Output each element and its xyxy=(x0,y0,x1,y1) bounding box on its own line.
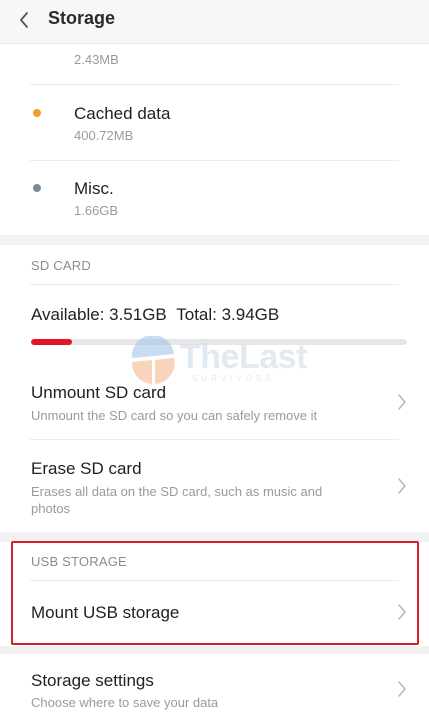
page-title: Storage xyxy=(48,8,116,28)
item-subtitle: Choose where to save your data xyxy=(31,695,219,710)
back-button[interactable] xyxy=(10,6,38,34)
storage-legend-label: Cached data xyxy=(74,104,171,123)
divider xyxy=(30,284,399,285)
chevron-left-icon xyxy=(20,12,28,28)
item-title: Storage settings xyxy=(31,671,154,690)
storage-legend-item-partial: 2.43MB xyxy=(0,44,429,84)
section-spacer xyxy=(0,646,429,654)
action-bar: Storage xyxy=(0,0,429,44)
chevron-right-icon xyxy=(398,394,406,410)
total-space: Total: 3.94GB xyxy=(176,305,280,324)
storage-legend-value: 400.72MB xyxy=(74,128,134,143)
available-space: Available: 3.51GB xyxy=(31,305,167,324)
storage-settings-item[interactable]: Storage settings Choose where to save yo… xyxy=(0,654,429,720)
storage-legend-label: Misc. xyxy=(74,179,114,198)
item-title: Mount USB storage xyxy=(31,603,180,622)
chevron-right-icon xyxy=(398,604,406,620)
section-spacer xyxy=(0,235,429,245)
erase-sd-card-item[interactable]: Erase SD card Erases all data on the SD … xyxy=(0,440,429,532)
storage-legend-value: 1.66GB xyxy=(74,203,119,218)
section-header-usb-storage: USB STORAGE xyxy=(31,554,127,569)
chevron-right-icon xyxy=(398,478,406,494)
item-title: Erase SD card xyxy=(31,459,142,478)
section-header-sd-card: SD CARD xyxy=(31,258,91,273)
usage-bar-fill xyxy=(31,339,73,345)
mount-usb-storage-item[interactable]: Mount USB storage xyxy=(0,581,429,643)
section-spacer xyxy=(0,532,429,542)
storage-legend-value: 2.43MB xyxy=(74,52,119,67)
chevron-right-icon xyxy=(398,681,406,697)
storage-legend-item-misc: Misc. 1.66GB xyxy=(0,161,429,236)
item-subtitle: Unmount the SD card so you can safely re… xyxy=(31,408,318,423)
item-subtitle: Erases all data on the SD card, such as … xyxy=(31,484,323,516)
misc-color-dot xyxy=(33,184,41,192)
item-title: Unmount SD card xyxy=(31,383,167,402)
storage-legend-item-cached: Cached data 400.72MB xyxy=(0,85,429,160)
unmount-sd-card-item[interactable]: Unmount SD card Unmount the SD card so y… xyxy=(0,364,429,439)
sd-card-capacity: Available: 3.51GB Total: 3.94GB xyxy=(31,305,279,325)
cached-color-dot xyxy=(33,109,41,117)
